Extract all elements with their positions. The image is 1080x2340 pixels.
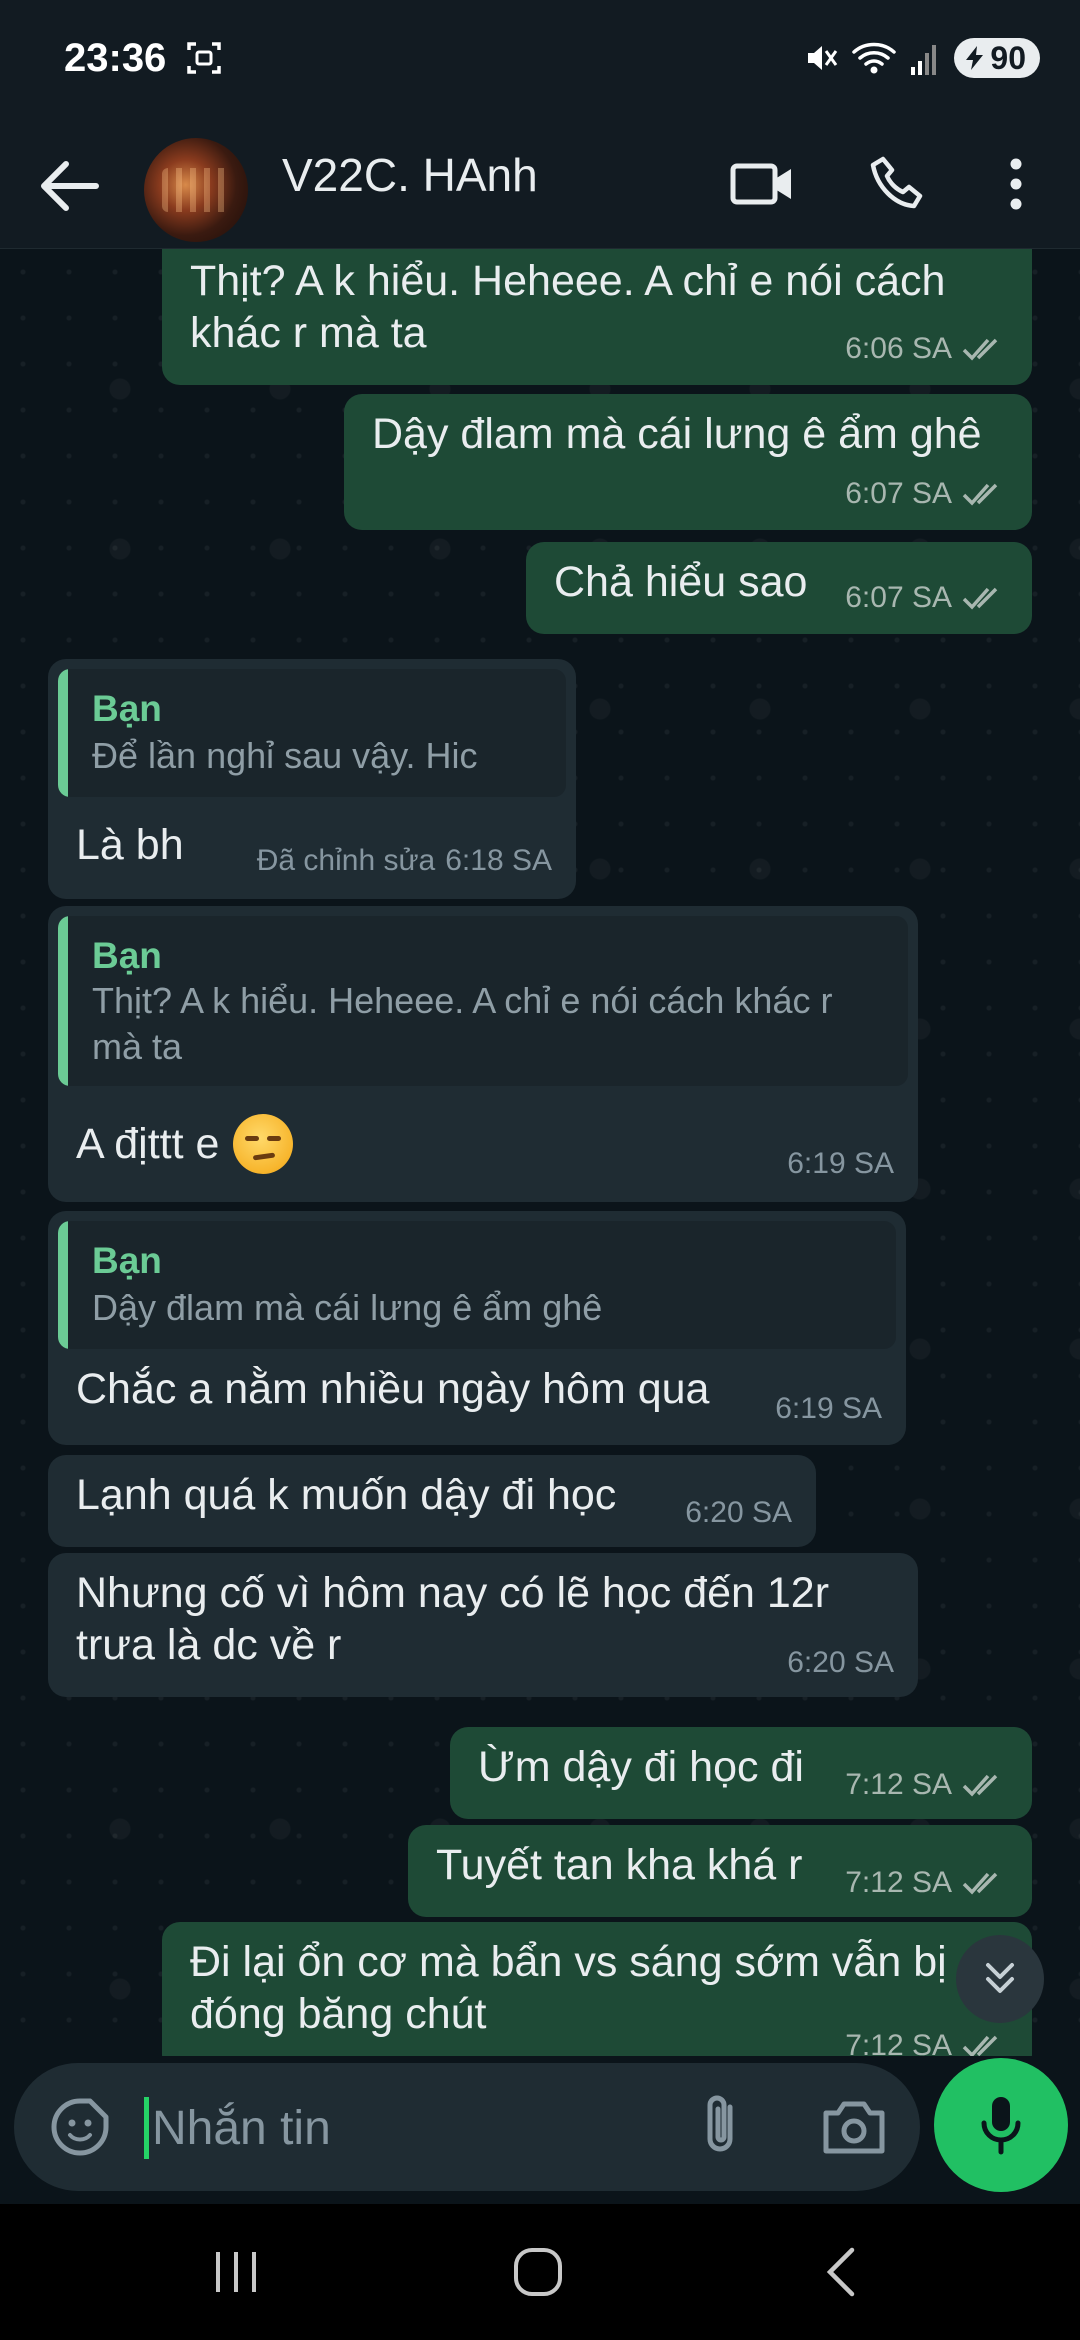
contact-name[interactable]: V22C. HAnh	[282, 144, 538, 206]
message-meta: Đã chỉnh sửa 6:18 SA	[257, 835, 552, 887]
message-text: Là bh	[76, 821, 184, 869]
paperclip-icon[interactable]	[690, 2093, 754, 2161]
message-text-row: A địttt e	[76, 1114, 294, 1174]
message-meta: 7:12 SA	[845, 2020, 1006, 2056]
recent-apps-icon	[216, 2252, 256, 2292]
quote-author: Bạn	[92, 935, 162, 976]
phone-icon	[870, 156, 923, 209]
text-caret	[144, 2097, 149, 2159]
quote-text: Để lần nghỉ sau vậy. Hic	[92, 735, 478, 776]
video-camera-icon	[730, 163, 791, 205]
unamused-face-emoji	[233, 1114, 294, 1174]
signal-icon	[911, 45, 937, 75]
double-check-icon	[962, 1872, 998, 1895]
message-bubble-outgoing[interactable]: Đi lại ổn cơ mà bẩn vs sáng sớm vẫn bị đ…	[162, 1922, 1032, 2056]
sticker-emoji-icon[interactable]	[48, 2095, 112, 2159]
message-text: Tuyết tan kha khá r	[436, 1841, 803, 1889]
back-button[interactable]	[800, 2242, 880, 2302]
screenshot-icon	[187, 42, 221, 74]
microphone-icon	[981, 2097, 1021, 2155]
message-meta: 6:07 SA	[845, 468, 1006, 520]
message-time: 7:12 SA	[845, 2029, 952, 2056]
message-bubble-outgoing[interactable]: Ừm dậy đi học đi 7:12 SA	[450, 1727, 1032, 1819]
message-input[interactable]	[150, 2083, 674, 2173]
battery-level: 90	[990, 39, 1026, 76]
message-time: 7:12 SA	[845, 1866, 952, 1899]
message-meta: 6:06 SA	[845, 323, 1006, 375]
message-time: 6:20 SA	[685, 1496, 792, 1529]
quoted-message[interactable]: Bạn Dậy đlam mà cái lưng ê ẩm ghê	[58, 1221, 896, 1349]
message-text: A địttt e	[76, 1120, 220, 1168]
home-button[interactable]	[498, 2242, 578, 2302]
message-text: Ừm dậy đi học đi	[478, 1743, 804, 1791]
voice-message-button[interactable]	[934, 2058, 1068, 2192]
message-bubble-outgoing[interactable]: Tuyết tan kha khá r 7:12 SA	[408, 1825, 1032, 1917]
message-text: Chả hiểu sao	[554, 558, 808, 606]
charging-icon	[966, 46, 984, 70]
message-meta: 6:20 SA	[787, 1637, 894, 1689]
message-bubble-incoming[interactable]: Nhưng cố vì hôm nay có lẽ học đến 12r tr…	[48, 1553, 918, 1697]
chat-header: V22C. HAnh	[0, 120, 1080, 249]
quote-author: Bạn	[92, 1240, 162, 1281]
message-meta: 6:19 SA	[775, 1383, 882, 1435]
edited-label: Đã chỉnh sửa	[256, 844, 436, 877]
message-meta: 6:19 SA	[787, 1138, 894, 1190]
mute-icon	[808, 46, 838, 70]
status-icons: 90	[804, 38, 1040, 78]
message-bubble-outgoing[interactable]: Thịt? A k hiểu. Heheee. A chỉ e nói cách…	[162, 249, 1032, 385]
quoted-message[interactable]: Bạn Để lần nghỉ sau vậy. Hic	[58, 669, 566, 797]
message-meta: 6:20 SA	[685, 1487, 792, 1539]
home-icon	[514, 2248, 562, 2296]
avatar[interactable]	[144, 138, 248, 242]
message-time: 6:18 SA	[445, 844, 552, 877]
double-check-icon	[962, 483, 998, 506]
camera-icon[interactable]	[820, 2097, 888, 2157]
quote-text: Thịt? A k hiểu. Heheee. A chỉ e nói cách…	[92, 980, 833, 1067]
message-time: 7:12 SA	[845, 1768, 952, 1801]
message-bubble-incoming[interactable]: Bạn Dậy đlam mà cái lưng ê ẩm ghê Chắc a…	[48, 1211, 906, 1445]
double-check-icon	[962, 1774, 998, 1797]
message-time: 6:20 SA	[787, 1646, 894, 1679]
back-arrow-icon[interactable]	[36, 158, 102, 214]
message-bubble-outgoing[interactable]: Dậy đlam mà cái lưng ê ẩm ghê 6:07 SA	[344, 394, 1032, 530]
message-list[interactable]: Thịt? A k hiểu. Heheee. A chỉ e nói cách…	[0, 249, 1080, 2056]
quote-author: Bạn	[92, 688, 162, 729]
message-bubble-incoming[interactable]: Lạnh quá k muốn dậy đi học 6:20 SA	[48, 1455, 816, 1547]
back-chevron-icon	[826, 2247, 855, 2297]
message-bubble-incoming[interactable]: Bạn Thịt? A k hiểu. Heheee. A chỉ e nói …	[48, 906, 918, 1202]
message-meta: 7:12 SA	[845, 1857, 1006, 1909]
more-vert-icon	[1010, 158, 1022, 210]
wifi-icon	[852, 42, 897, 74]
message-meta: 6:07 SA	[845, 572, 1006, 624]
voice-call-button[interactable]	[860, 146, 936, 222]
message-meta: 7:12 SA	[845, 1759, 1006, 1811]
message-time: 6:07 SA	[845, 581, 952, 614]
message-bubble-outgoing[interactable]: Chả hiểu sao 6:07 SA	[526, 542, 1032, 634]
message-composer	[14, 2063, 920, 2191]
recent-apps-button[interactable]	[196, 2242, 276, 2302]
message-bubble-incoming[interactable]: Bạn Để lần nghỉ sau vậy. Hic Là bh Đã ch…	[48, 659, 576, 899]
more-options-button[interactable]	[978, 146, 1054, 222]
double-check-icon	[962, 587, 998, 610]
status-bar: 23:36 90	[0, 0, 1080, 120]
message-text: Chắc a nằm nhiều ngày hôm qua	[76, 1365, 710, 1413]
status-time: 23:36	[64, 36, 167, 80]
message-text: Lạnh quá k muốn dậy đi học	[76, 1471, 617, 1519]
message-text: Nhưng cố vì hôm nay có lẽ học đến 12r tr…	[76, 1569, 830, 1669]
video-call-button[interactable]	[724, 146, 800, 222]
double-check-icon	[962, 338, 998, 361]
message-time: 6:06 SA	[845, 332, 952, 365]
battery-indicator: 90	[954, 38, 1040, 78]
double-chevron-down-icon	[986, 1963, 1014, 1993]
quote-text: Dậy đlam mà cái lưng ê ẩm ghê	[92, 1287, 603, 1328]
scroll-to-bottom-button[interactable]	[956, 1935, 1044, 2023]
quoted-message[interactable]: Bạn Thịt? A k hiểu. Heheee. A chỉ e nói …	[58, 916, 908, 1086]
message-time: 6:07 SA	[845, 477, 952, 510]
system-navigation-bar	[0, 2204, 1080, 2340]
message-text: Dậy đlam mà cái lưng ê ẩm ghê	[372, 410, 982, 458]
message-time: 6:19 SA	[787, 1147, 894, 1180]
message-time: 6:19 SA	[775, 1392, 882, 1425]
double-check-icon	[962, 2035, 998, 2056]
